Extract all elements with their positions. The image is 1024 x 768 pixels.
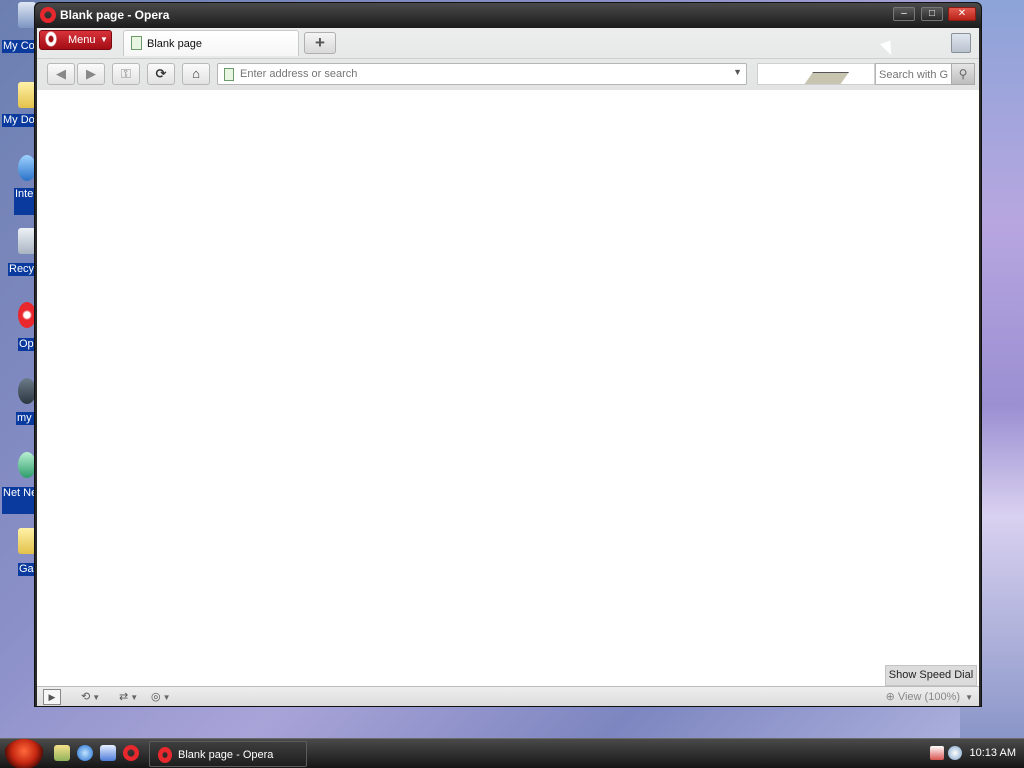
clock[interactable]: 10:13 AM — [970, 747, 1016, 759]
zoom-control[interactable]: ⊕ View (100%) ▼ — [886, 689, 973, 705]
title-bar[interactable]: Blank page - Opera – □ ✕ — [35, 3, 981, 28]
menu-label: Menu — [68, 34, 96, 46]
taskbar-item-opera[interactable]: Blank page - Opera — [149, 741, 307, 767]
opera-logo-icon — [158, 747, 172, 763]
closed-tabs-trash-icon[interactable] — [951, 33, 971, 53]
sync-icon[interactable]: ⟲ ▼ — [81, 689, 100, 705]
taskbar-item-label: Blank page - Opera — [178, 749, 274, 761]
desktop-icon-label: My Co — [2, 40, 34, 53]
home-button[interactable]: ⌂ — [182, 63, 210, 85]
start-button[interactable] — [4, 739, 44, 768]
page-icon — [131, 36, 142, 50]
browser-chrome: Menu ▼ Blank page + ◀ ▶ ⚿ ⟳ ⌂ ▼ ⚲ — [37, 28, 979, 90]
navigation-toolbar: ◀ ▶ ⚿ ⟳ ⌂ ▼ ⚲ — [37, 58, 979, 90]
search-input[interactable] — [879, 67, 951, 82]
address-bar[interactable]: ▼ — [217, 63, 747, 85]
outlook-icon[interactable] — [100, 745, 116, 761]
image-shape — [798, 72, 850, 84]
new-tab-button[interactable]: + — [304, 32, 336, 54]
tab-blank-page[interactable]: Blank page — [123, 30, 299, 56]
zoom-label: View (100%) — [897, 691, 961, 703]
chevron-down-icon: ▼ — [965, 693, 973, 702]
search-icon[interactable]: ⚲ — [951, 63, 975, 85]
minimize-button[interactable]: – — [893, 7, 915, 21]
show-desktop-icon[interactable] — [54, 745, 70, 761]
network-icon[interactable] — [948, 746, 962, 760]
panel-toggle-icon[interactable]: ▶ — [43, 689, 61, 705]
internet-explorer-icon[interactable] — [77, 745, 93, 761]
taskbar: Blank page - Opera 10:13 AM — [0, 738, 1024, 768]
tab-label: Blank page — [147, 38, 203, 50]
maximize-button[interactable]: □ — [921, 7, 943, 21]
desktop-icon-label: Recy — [8, 263, 36, 276]
address-input[interactable] — [240, 66, 720, 82]
key-button[interactable]: ⚿ — [112, 63, 140, 85]
share-icon[interactable]: ⇄ ▼ — [119, 689, 138, 705]
window-title: Blank page - Opera — [60, 8, 170, 22]
system-tray: 10:13 AM — [914, 739, 1024, 768]
opera-menu-button[interactable]: Menu ▼ — [39, 30, 112, 50]
zoom-icon: ⊕ — [885, 691, 895, 703]
opera-window: Blank page - Opera – □ ✕ Menu ▼ Blank pa… — [34, 2, 982, 707]
chevron-down-icon[interactable]: ▼ — [733, 67, 742, 77]
forward-button[interactable]: ▶ — [77, 63, 105, 85]
desktop-icon-label: Inte Exp — [14, 188, 36, 215]
desktop-icon-label: My Do — [2, 114, 34, 127]
chevron-down-icon: ▼ — [100, 35, 108, 44]
desktop-icon-label: my — [16, 412, 36, 425]
page-icon — [224, 68, 234, 81]
turbo-icon[interactable]: ◎ ▼ — [151, 689, 171, 705]
opera-icon[interactable] — [123, 745, 139, 761]
page-content[interactable]: Show Speed Dial — [37, 90, 979, 686]
close-button[interactable]: ✕ — [948, 7, 976, 21]
opera-logo-icon — [45, 31, 57, 47]
security-alert-icon[interactable] — [930, 746, 944, 760]
show-speed-dial-button[interactable]: Show Speed Dial — [885, 665, 977, 686]
toolbar-image — [757, 63, 875, 85]
status-bar: ▶ ⟲ ▼ ⇄ ▼ ◎ ▼ ⊕ View (100%) ▼ — [37, 686, 979, 706]
search-box[interactable]: ⚲ — [875, 63, 975, 85]
back-button[interactable]: ◀ — [47, 63, 75, 85]
desktop-icon-label: Net Neight — [2, 487, 36, 514]
opera-logo-icon — [40, 7, 56, 23]
reload-button[interactable]: ⟳ — [147, 63, 175, 85]
